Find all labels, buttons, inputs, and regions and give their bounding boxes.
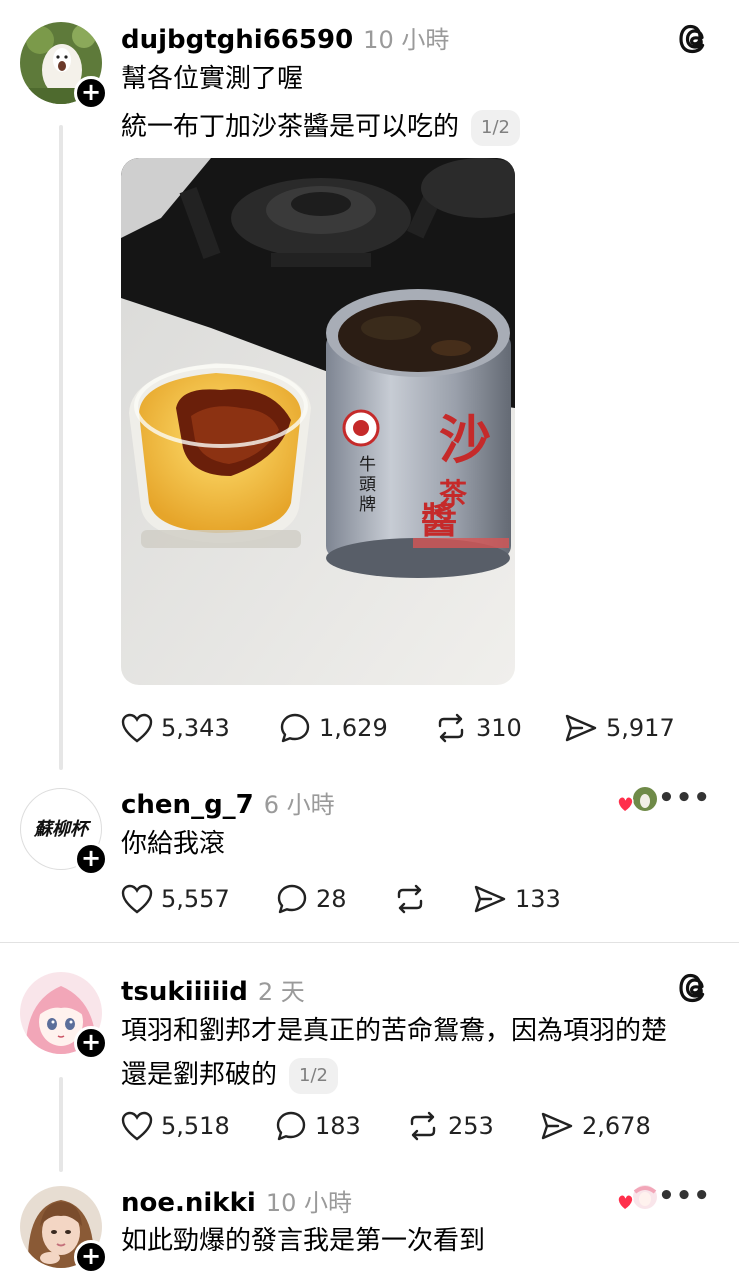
post-text: 你給我滾 [121, 829, 226, 859]
avatar-chen_g_7[interactable]: 蘇柳杯 + [20, 788, 108, 876]
username[interactable]: noe.nikki [121, 1188, 256, 1218]
follow-plus-icon[interactable]: + [74, 1026, 108, 1060]
post-image[interactable]: 沙 茶 醬 牛 頭 牌 [121, 158, 515, 685]
thread-connector [59, 125, 63, 770]
author-liked-badge [617, 784, 661, 816]
post-text-line: 還是劉邦破的 1/2 [121, 1056, 338, 1094]
post-header: chen_g_7 6 小時 [121, 785, 335, 820]
reply-button[interactable]: 1,629 [279, 712, 434, 744]
username[interactable]: dujbgtghi66590 [121, 25, 353, 55]
svg-text:醬: 醬 [421, 500, 457, 542]
share-button[interactable]: 2,678 [540, 1110, 651, 1142]
post-divider [0, 942, 739, 943]
svg-text:牌: 牌 [359, 495, 376, 515]
share-button[interactable]: 5,917 [564, 712, 675, 744]
more-options-icon[interactable]: ••• [658, 1181, 711, 1211]
post-text-line: 統一布丁加沙茶醬是可以吃的 1/2 [121, 108, 520, 146]
more-options-icon[interactable]: ••• [658, 783, 711, 813]
username[interactable]: tsukiiiiid [121, 977, 248, 1007]
timestamp: 6 小時 [263, 791, 335, 819]
post-actions: 5,343 1,629 310 5,917 [121, 712, 675, 744]
repost-count: 310 [476, 714, 522, 742]
share-count: 133 [515, 885, 561, 913]
post-actions: 5,557 28 133 [121, 883, 561, 915]
share-count: 5,917 [606, 714, 675, 742]
post-text: 如此勁爆的發言我是第一次看到 [121, 1226, 486, 1256]
author-liked-badge [617, 1182, 661, 1214]
like-button[interactable]: 5,518 [121, 1111, 275, 1141]
like-count: 5,557 [161, 885, 230, 913]
timestamp: 10 小時 [265, 1189, 352, 1217]
reply-button[interactable]: 28 [276, 883, 393, 915]
like-button[interactable]: 5,343 [121, 713, 279, 743]
username[interactable]: chen_g_7 [121, 790, 254, 820]
repost-icon [438, 713, 464, 743]
post-header: tsukiiiiid 2 天 [121, 972, 305, 1007]
repost-button[interactable]: 310 [434, 712, 564, 744]
svg-text:牛: 牛 [359, 455, 376, 475]
like-count: 5,518 [161, 1112, 230, 1140]
repost-button[interactable]: 253 [406, 1110, 540, 1142]
svg-text:頭: 頭 [359, 475, 376, 495]
threads-logo-icon[interactable] [679, 971, 711, 1005]
post-text: 統一布丁加沙茶醬是可以吃的 [121, 112, 460, 142]
avatar-logo-text: 蘇柳杯 [34, 819, 88, 840]
heart-icon [121, 713, 153, 743]
heart-icon [121, 884, 153, 914]
send-icon [541, 1112, 573, 1140]
follow-plus-icon[interactable]: + [74, 1240, 108, 1274]
timestamp: 10 小時 [363, 26, 450, 54]
follow-plus-icon[interactable]: + [74, 76, 108, 110]
send-icon [474, 885, 506, 913]
repost-icon [410, 1111, 436, 1141]
send-icon [565, 714, 597, 742]
post-actions: 5,518 183 253 2,678 [121, 1110, 651, 1142]
follow-plus-icon[interactable]: + [74, 842, 108, 876]
avatar-dujbgtghi66590[interactable]: + [20, 22, 108, 110]
avatar-noe.nikki[interactable]: + [20, 1186, 108, 1274]
post-header: dujbgtghi66590 10 小時 [121, 20, 449, 55]
like-count: 5,343 [161, 714, 230, 742]
repost-icon [397, 884, 423, 914]
can-label-text: 沙 [439, 410, 491, 471]
comment-icon [280, 713, 310, 743]
comment-icon [277, 884, 307, 914]
heart-icon [121, 1111, 153, 1141]
repost-count: 253 [448, 1112, 494, 1140]
post-text-line: 幫各位實測了喔 [121, 64, 304, 94]
timestamp: 2 天 [257, 978, 305, 1006]
avatar-tsukiiiiid[interactable]: + [20, 972, 108, 1060]
post-text-line: 項羽和劉邦才是真正的苦命鴛鴦，因為項羽的楚 [121, 1016, 668, 1046]
translation-pager[interactable]: 1/2 [289, 1057, 338, 1094]
share-button[interactable]: 133 [473, 883, 561, 915]
comment-icon [276, 1111, 306, 1141]
post-header: noe.nikki 10 小時 [121, 1183, 352, 1218]
like-button[interactable]: 5,557 [121, 884, 276, 914]
translation-pager[interactable]: 1/2 [471, 109, 520, 146]
reply-count: 183 [315, 1112, 361, 1140]
share-count: 2,678 [582, 1112, 651, 1140]
threads-logo-icon[interactable] [679, 22, 711, 56]
thread-connector [59, 1077, 63, 1172]
post-text: 還是劉邦破的 [121, 1060, 278, 1090]
reply-count: 1,629 [319, 714, 388, 742]
repost-button[interactable] [393, 883, 473, 915]
reply-button[interactable]: 183 [275, 1110, 406, 1142]
reply-count: 28 [316, 885, 347, 913]
